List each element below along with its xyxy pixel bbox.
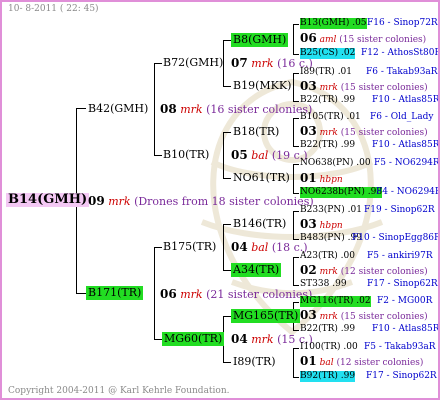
g4-queen[interactable]: B22(TR) .99: [300, 140, 355, 151]
g4-code: F5 - NO6294R: [374, 158, 440, 168]
g3-queen-aba[interactable]: B18(TR): [233, 125, 279, 139]
g4-queen[interactable]: A23(TR) .00: [300, 251, 355, 262]
g4-queen[interactable]: B22(TR) .99: [300, 324, 355, 335]
g4-mating: 03 mrk (15 sister colonies): [300, 124, 428, 138]
g4-mating: 03 mrk (15 sister colonies): [300, 308, 428, 322]
g4-queen[interactable]: ST338 .99: [300, 279, 347, 290]
g4-code: F10 - Atlas85R: [372, 95, 440, 105]
copyright: Copyright 2004-2011 @ Karl Kehrle Founda…: [8, 386, 230, 396]
g4-code: F10 - Atlas85R: [372, 324, 440, 334]
g4-code: F4 - NO6294R: [376, 187, 440, 197]
sire-mating: 08 mrk (16 sister colonies): [160, 102, 313, 116]
pedigree-frame: 10- 8-2011 ( 22: 45) Copyright 2004-2011…: [0, 0, 440, 400]
g2-queen-bb[interactable]: MG60(TR): [162, 332, 225, 346]
g4-code: F19 - Sinop62R: [364, 205, 435, 215]
g3-queen-baa[interactable]: B146(TR): [233, 217, 286, 231]
g4-mating: 03 mrk (15 sister colonies): [300, 79, 428, 93]
g4-queen[interactable]: B25(CS) .02: [300, 48, 356, 59]
g2-queen-ba[interactable]: B175(TR): [163, 240, 216, 254]
g4-code: F2 - MG00R: [377, 296, 433, 306]
g4-queen[interactable]: B92(TR) .99: [300, 371, 356, 382]
g4-code: F6 - Takab93aR: [366, 67, 438, 77]
g4-queen[interactable]: I100(TR) .00: [300, 342, 358, 353]
g4-mating: 02 mrk (12 sister colonies): [300, 263, 428, 277]
g2-mating-ab: 05 bal (19 c.): [231, 148, 308, 162]
g4-mating: 06 aml (15 sister colonies): [300, 31, 427, 45]
g4-queen[interactable]: B22(TR) .99: [300, 95, 355, 106]
g4-mating: 03 hbpn: [300, 217, 343, 231]
g4-queen[interactable]: B105(TR) .01: [300, 112, 361, 123]
g4-code: F16 - Sinop72R: [367, 18, 438, 28]
g4-mating: 01 bal (12 sister colonies): [300, 354, 424, 368]
g4-queen[interactable]: B13(GMH) .05: [300, 18, 367, 29]
g4-queen[interactable]: NO638(PN) .00: [300, 158, 371, 169]
g2-queen-aa[interactable]: B72(GMH): [163, 56, 223, 70]
g3-queen-aab[interactable]: B19(MKK): [233, 79, 291, 93]
dam-queen[interactable]: B171(TR): [86, 286, 144, 300]
g3-queen-abb[interactable]: NO61(TR): [233, 171, 290, 185]
g4-code: F6 - Old_Lady: [370, 112, 434, 122]
g4-code: F17 - Sinop62R: [367, 279, 438, 289]
g4-code: F5 - ankiri97R: [367, 251, 433, 261]
g4-queen[interactable]: NO6238b(PN) .98: [300, 187, 383, 198]
root-queen[interactable]: B14(GMH): [6, 193, 90, 207]
g4-code: F10 - Atlas85R: [372, 140, 440, 150]
g3-queen-bba[interactable]: MG165(TR): [231, 309, 301, 323]
g4-code: F17 - Sinop62R: [366, 371, 437, 381]
g4-queen[interactable]: B233(PN) .01: [300, 205, 362, 216]
g3-queen-aaa[interactable]: B8(GMH): [231, 33, 289, 47]
g2-queen-ab[interactable]: B10(TR): [163, 148, 209, 162]
g2-mating-ba: 04 bal (18 c.): [231, 240, 308, 254]
dam-mating: 06 mrk (21 sister colonies): [160, 287, 313, 301]
g3-queen-bab[interactable]: A34(TR): [231, 263, 282, 277]
g4-queen[interactable]: I89(TR) .01: [300, 67, 352, 78]
sire-queen[interactable]: B42(GMH): [88, 102, 148, 116]
g4-code: F12 - AthosSt80R: [361, 48, 440, 58]
g4-mating: 01 hbpn: [300, 171, 343, 185]
g4-code: F10 - SinopEgg86R: [352, 233, 440, 243]
g4-code: F5 - Takab93aR: [364, 342, 436, 352]
date-stamp: 10- 8-2011 ( 22: 45): [8, 4, 99, 14]
g4-queen[interactable]: MG116(TR) .02: [300, 296, 371, 307]
root-mating: 09 mrk (Drones from 18 sister colonies): [88, 194, 314, 208]
g3-queen-bbb[interactable]: I89(TR): [233, 355, 276, 369]
